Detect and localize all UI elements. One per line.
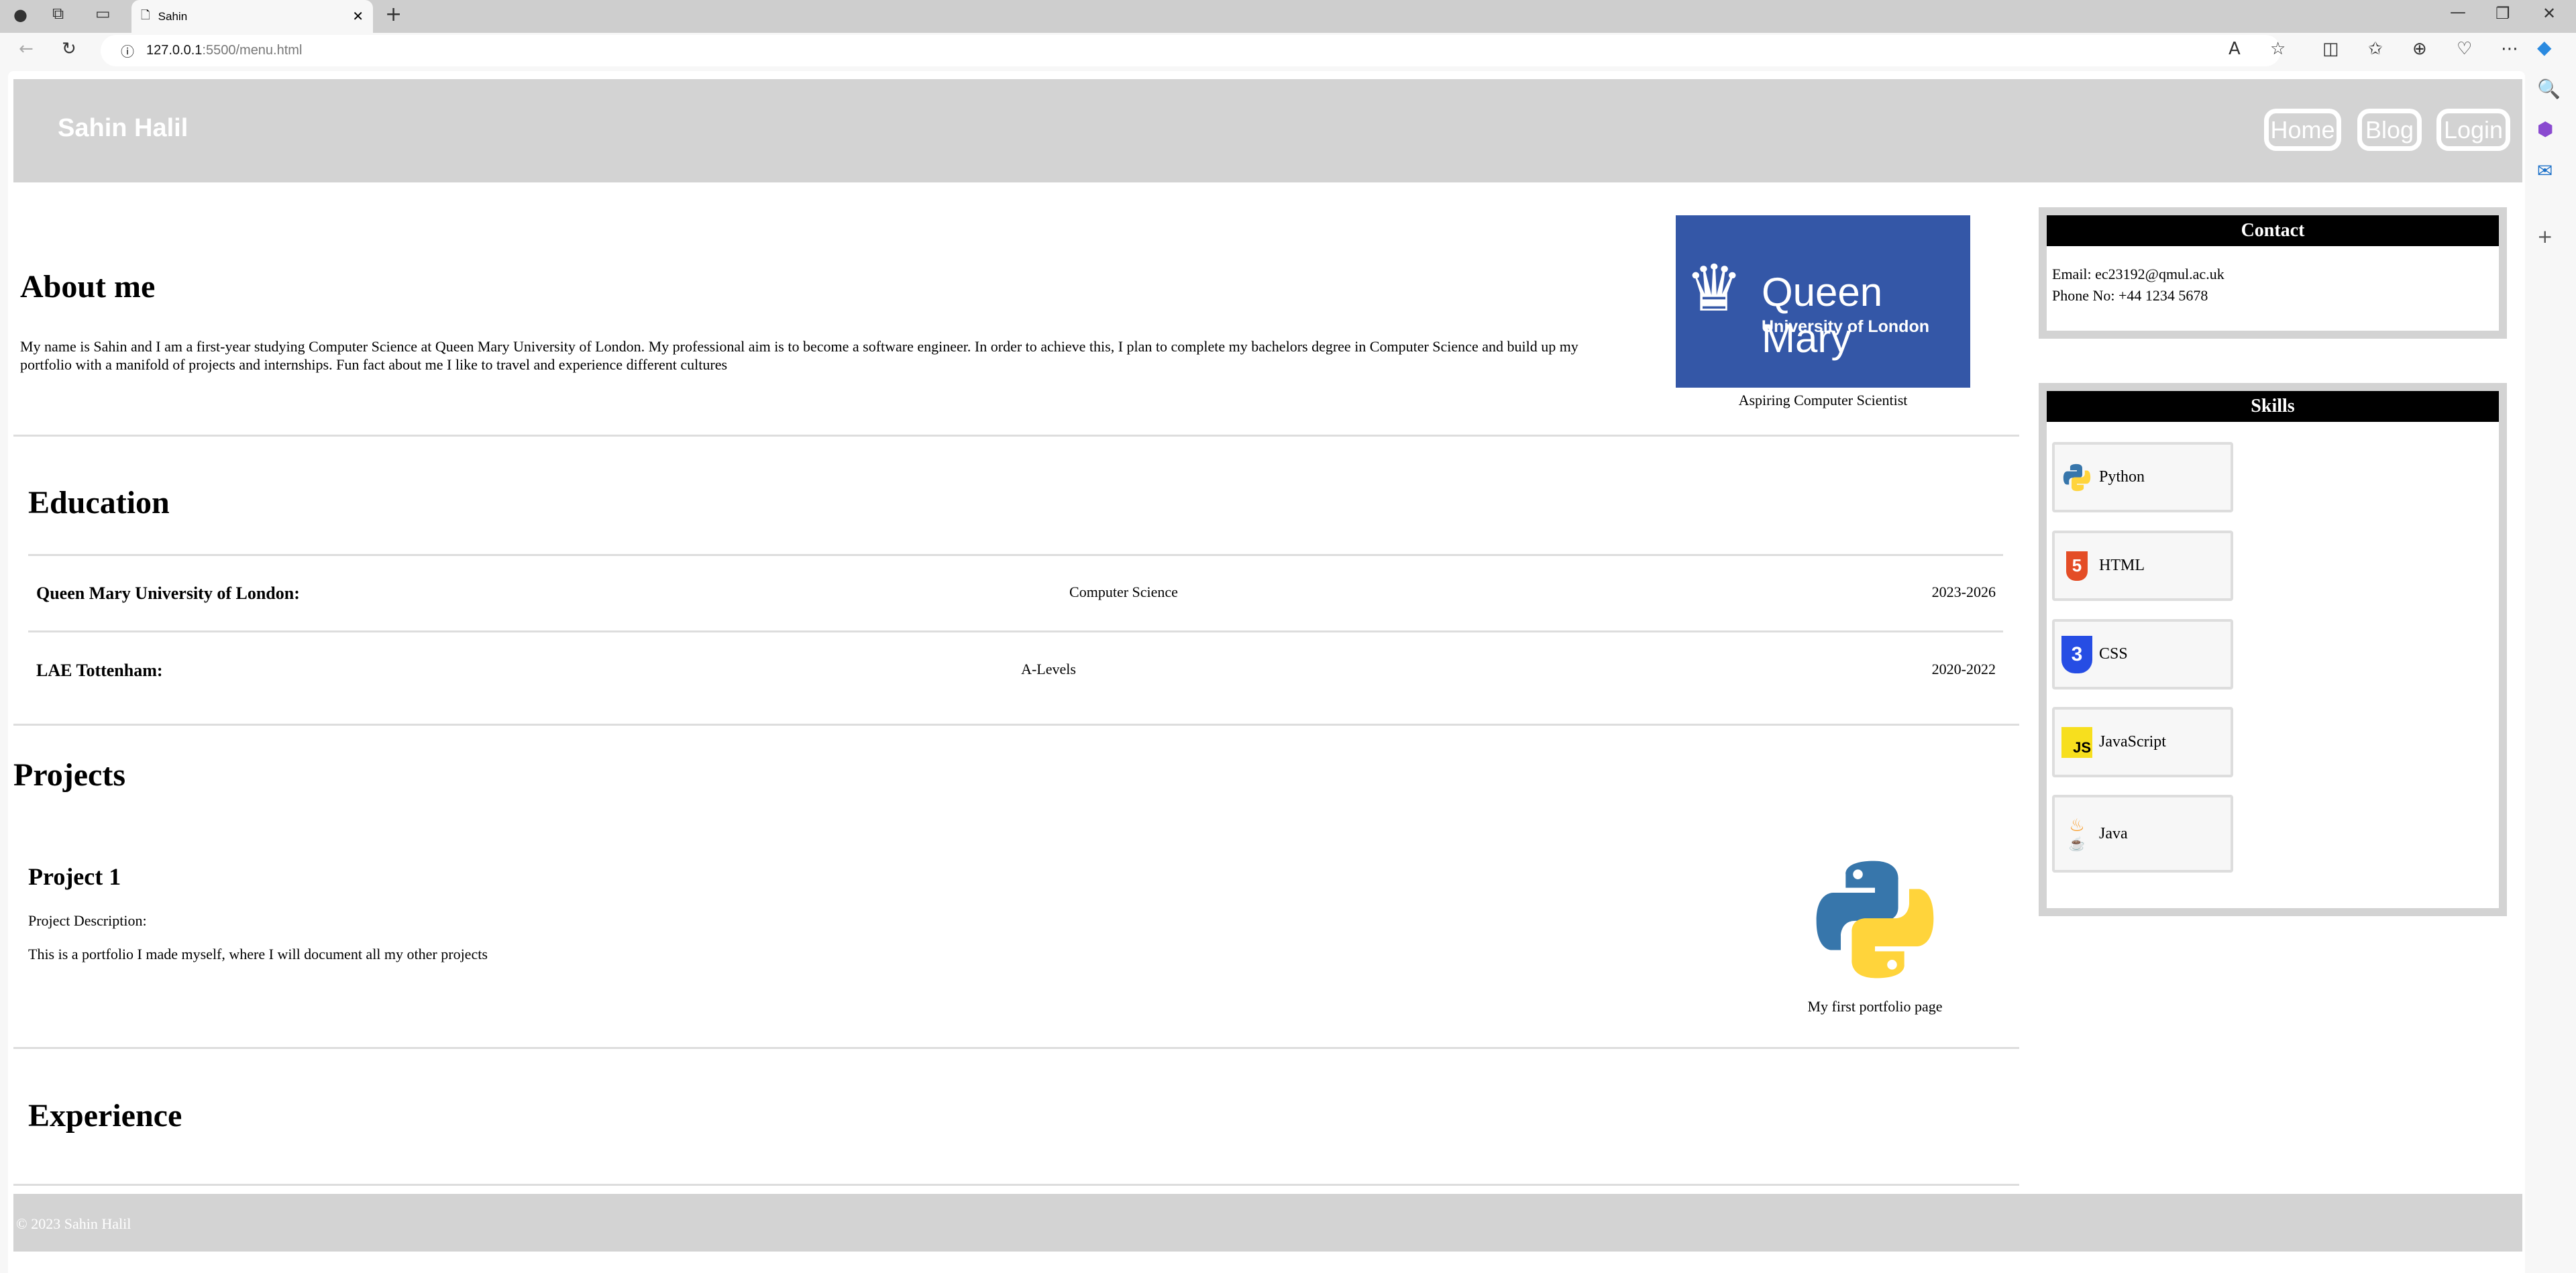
vertical-tabs-icon[interactable]: ▭ bbox=[95, 4, 111, 23]
qmul-logo-image: ♛ Queen Mary University of London bbox=[1676, 215, 1970, 388]
office-icon[interactable]: ⬢ bbox=[2537, 118, 2553, 140]
education-heading: Education bbox=[28, 485, 170, 520]
skill-label: JavaScript bbox=[2099, 733, 2166, 751]
skills-box: Skills Python 5 HTML 3 CSS JS JavaScript… bbox=[2039, 383, 2507, 916]
divider bbox=[13, 724, 2019, 726]
skill-label: HTML bbox=[2099, 557, 2145, 574]
edge-sidebar bbox=[2525, 71, 2576, 1273]
projects-heading: Projects bbox=[13, 757, 126, 793]
education-school: Queen Mary University of London: bbox=[36, 584, 300, 603]
project-description-label: Project Description: bbox=[28, 912, 147, 929]
about-heading: About me bbox=[20, 269, 156, 305]
css3-icon: 3 bbox=[2061, 635, 2092, 673]
workspaces-icon[interactable]: ⧉ bbox=[52, 4, 64, 23]
divider bbox=[13, 1047, 2019, 1049]
site-brand: Sahin Halil bbox=[58, 114, 189, 142]
url-host: 127.0.0.1 bbox=[146, 43, 203, 58]
table-divider bbox=[28, 554, 2003, 556]
education-subject: Computer Science bbox=[1069, 584, 1178, 600]
browser-tab[interactable]: 🗋 Sahin ✕ bbox=[131, 0, 373, 33]
project-title: Project 1 bbox=[28, 863, 121, 890]
more-menu-icon[interactable]: ⋯ bbox=[2501, 39, 2518, 59]
python-icon bbox=[2061, 462, 2092, 493]
split-screen-icon[interactable]: ◫ bbox=[2322, 39, 2339, 59]
skill-label: Python bbox=[2099, 468, 2145, 486]
about-image-caption: Aspiring Computer Scientist bbox=[1738, 392, 1908, 408]
back-icon[interactable]: ← bbox=[19, 39, 34, 59]
java-icon: ♨ ☕ bbox=[2068, 815, 2086, 852]
skill-css: 3 CSS bbox=[2052, 619, 2233, 689]
education-years: 2023-2026 bbox=[1931, 584, 1996, 600]
refresh-icon[interactable]: ↻ bbox=[62, 39, 76, 59]
skill-html: 5 HTML bbox=[2052, 531, 2233, 601]
page-icon: 🗋 bbox=[141, 9, 150, 21]
skill-label: Java bbox=[2099, 824, 2128, 842]
close-window-icon[interactable]: ✕ bbox=[2542, 4, 2556, 23]
contact-email: Email: ec23192@qmul.ac.uk bbox=[2052, 266, 2224, 282]
site-header bbox=[13, 79, 2522, 182]
logo-subtext: University of London bbox=[1762, 317, 1929, 336]
collections-icon[interactable]: ⊕ bbox=[2412, 39, 2427, 59]
skill-java: ♨ ☕ Java bbox=[2052, 795, 2233, 873]
add-sidebar-icon[interactable]: + bbox=[2537, 225, 2553, 247]
favorite-star-icon[interactable]: ☆ bbox=[2270, 39, 2286, 59]
read-aloud-icon[interactable]: A bbox=[2229, 39, 2241, 59]
minimize-icon[interactable]: — bbox=[2450, 3, 2466, 21]
about-text: My name is Sahin and I am a first-year s… bbox=[20, 338, 1578, 373]
skills-heading: Skills bbox=[2047, 391, 2499, 422]
skill-label: CSS bbox=[2099, 645, 2128, 663]
contact-heading: Contact bbox=[2047, 215, 2499, 246]
python-logo-image bbox=[1816, 861, 1934, 979]
javascript-icon: JS bbox=[2061, 726, 2092, 758]
nav-home-button[interactable]: Home bbox=[2264, 109, 2341, 151]
contact-phone: Phone No: +44 1234 5678 bbox=[2052, 287, 2208, 304]
outlook-icon[interactable]: ✉ bbox=[2537, 160, 2553, 182]
address-input[interactable]: ⓘ 127.0.0.1:5500/menu.html bbox=[101, 35, 2281, 66]
info-icon: ⓘ bbox=[121, 45, 134, 60]
education-subject: A-Levels bbox=[1021, 661, 1076, 677]
profile-icon[interactable]: ● bbox=[13, 5, 28, 24]
url-path: :5500/menu.html bbox=[202, 43, 303, 58]
contact-box: Contact Email: ec23192@qmul.ac.uk Phone … bbox=[2039, 207, 2507, 339]
education-years: 2020-2022 bbox=[1931, 661, 1996, 677]
project-description: This is a portfolio I made myself, where… bbox=[28, 946, 488, 962]
html5-icon: 5 bbox=[2066, 551, 2088, 581]
copilot-icon[interactable]: ◆ bbox=[2537, 36, 2552, 58]
skill-python: Python bbox=[2052, 442, 2233, 512]
experience-heading: Experience bbox=[28, 1098, 182, 1133]
crown-icon: ♛ bbox=[1685, 253, 1743, 325]
table-divider bbox=[28, 630, 2003, 632]
project-image-caption: My first portfolio page bbox=[1807, 998, 1943, 1015]
education-school: LAE Tottenham: bbox=[36, 661, 163, 680]
search-icon[interactable]: 🔍 bbox=[2537, 78, 2561, 100]
divider bbox=[13, 1184, 2019, 1186]
favorites-icon[interactable]: ✩ bbox=[2368, 39, 2383, 59]
site-footer: © 2023 Sahin Halil bbox=[13, 1194, 2522, 1252]
nav-blog-button[interactable]: Blog bbox=[2357, 109, 2422, 151]
tab-title: Sahin bbox=[158, 9, 188, 23]
close-tab-icon[interactable]: ✕ bbox=[352, 8, 364, 25]
skill-javascript: JS JavaScript bbox=[2052, 707, 2233, 777]
divider bbox=[13, 435, 2019, 437]
logo-text: Queen Mary bbox=[1762, 270, 1883, 361]
browser-health-icon[interactable]: ♡ bbox=[2457, 39, 2472, 59]
new-tab-icon[interactable]: + bbox=[385, 3, 402, 26]
restore-icon[interactable]: ❐ bbox=[2496, 4, 2510, 23]
nav-login-button[interactable]: Login bbox=[2436, 109, 2510, 151]
